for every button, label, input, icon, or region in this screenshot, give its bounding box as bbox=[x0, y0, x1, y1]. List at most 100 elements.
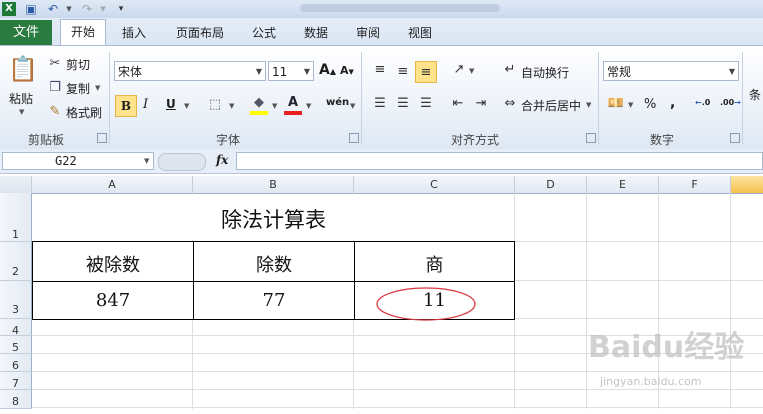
font-size-value: 11 bbox=[272, 65, 288, 79]
phonetic-dropdown-icon[interactable]: ▼ bbox=[350, 102, 355, 110]
tab-home[interactable]: 开始 bbox=[60, 19, 106, 47]
alignment-group-label: 对齐方式 bbox=[450, 133, 499, 147]
tab-data[interactable]: 数据 bbox=[294, 21, 338, 45]
borders-dropdown-icon[interactable]: ▼ bbox=[229, 102, 234, 110]
row-header-8[interactable]: 8 bbox=[0, 390, 32, 409]
formula-bar-resize-handle[interactable] bbox=[158, 153, 206, 171]
bold-button[interactable]: B bbox=[115, 95, 137, 117]
gridline bbox=[32, 389, 763, 390]
font-launcher-icon[interactable] bbox=[349, 133, 359, 143]
decrease-decimal-label: .00 bbox=[720, 98, 735, 107]
italic-button[interactable]: I bbox=[143, 97, 148, 112]
align-right-icon[interactable]: ☰ bbox=[417, 96, 435, 112]
alignment-launcher-icon[interactable] bbox=[586, 133, 596, 143]
orientation-dropdown-icon[interactable]: ▼ bbox=[469, 67, 474, 75]
insert-function-icon[interactable]: fx bbox=[216, 153, 228, 167]
increase-decimal-button[interactable]: ←.0 bbox=[695, 98, 710, 107]
grow-font-button[interactable]: A▲ bbox=[319, 62, 336, 78]
group-separator bbox=[598, 52, 599, 144]
row-header-2[interactable]: 2 bbox=[0, 242, 32, 281]
fill-color-dropdown-icon[interactable]: ▼ bbox=[272, 102, 277, 110]
paste-icon[interactable]: 📋 bbox=[8, 54, 38, 84]
percent-button[interactable]: % bbox=[644, 97, 656, 112]
row-header-3[interactable]: 3 bbox=[0, 281, 32, 319]
accounting-format-icon[interactable]: 💴 bbox=[607, 96, 625, 112]
copy-icon[interactable]: ❐ bbox=[47, 80, 63, 96]
cut-button[interactable]: 剪切 bbox=[66, 56, 90, 73]
increase-decimal-label: .0 bbox=[701, 98, 711, 107]
redo-icon[interactable]: ↷ bbox=[80, 2, 94, 16]
tab-file[interactable]: 文件 bbox=[0, 20, 52, 45]
underline-button[interactable]: U bbox=[166, 97, 176, 111]
undo-dropdown-icon[interactable]: ▼ bbox=[62, 2, 76, 16]
undo-icon[interactable]: ↶ bbox=[46, 2, 60, 16]
save-icon[interactable]: ▣ bbox=[24, 2, 38, 16]
number-launcher-icon[interactable] bbox=[730, 133, 740, 143]
baidu-watermark: Baidu经验 bbox=[588, 330, 745, 365]
font-group-label: 字体 bbox=[215, 133, 240, 147]
align-top-icon[interactable]: ≡ bbox=[371, 62, 389, 78]
tab-page-layout[interactable]: 页面布局 bbox=[168, 21, 232, 45]
column-header-e[interactable]: E bbox=[587, 176, 659, 193]
align-center-icon[interactable]: ☰ bbox=[394, 96, 412, 112]
name-box[interactable]: G22 bbox=[2, 152, 154, 170]
paste-dropdown-icon[interactable]: ▼ bbox=[19, 108, 24, 116]
fill-color-icon[interactable]: ◆ bbox=[250, 95, 268, 115]
tab-view[interactable]: 视图 bbox=[398, 21, 442, 45]
decrease-indent-icon[interactable]: ⇤ bbox=[449, 96, 467, 112]
font-name-combo[interactable]: 宋体 ▼ bbox=[114, 61, 266, 81]
row-header-4[interactable]: 4 bbox=[0, 319, 32, 337]
customize-qat-icon[interactable]: ▾ bbox=[114, 2, 128, 16]
column-header-f[interactable]: F bbox=[659, 176, 731, 193]
copy-dropdown-icon[interactable]: ▼ bbox=[95, 84, 100, 92]
redo-dropdown-icon[interactable]: ▼ bbox=[96, 2, 110, 16]
name-box-dropdown-icon[interactable]: ▼ bbox=[144, 157, 149, 165]
row-header-5[interactable]: 5 bbox=[0, 336, 32, 354]
tab-review[interactable]: 审阅 bbox=[346, 21, 390, 45]
chevron-down-icon: ▼ bbox=[255, 67, 262, 76]
format-painter-icon[interactable]: ✎ bbox=[47, 104, 63, 120]
copy-button[interactable]: 复制 bbox=[66, 80, 90, 97]
wrap-text-icon[interactable]: ↵ bbox=[502, 62, 518, 78]
excel-icon[interactable]: X bbox=[2, 2, 16, 16]
align-middle-icon[interactable]: ≡ bbox=[394, 64, 412, 80]
select-all-corner[interactable] bbox=[0, 176, 32, 193]
column-header-d[interactable]: D bbox=[515, 176, 587, 193]
row-header-1[interactable]: 1 bbox=[0, 193, 32, 242]
font-color-icon[interactable]: A bbox=[284, 95, 302, 115]
formula-input[interactable] bbox=[236, 152, 763, 170]
increase-indent-icon[interactable]: ⇥ bbox=[472, 96, 490, 112]
row-header-6[interactable]: 6 bbox=[0, 354, 32, 372]
tab-insert[interactable]: 插入 bbox=[112, 21, 156, 45]
column-header-a[interactable]: A bbox=[32, 176, 193, 193]
accounting-dropdown-icon[interactable]: ▼ bbox=[628, 101, 633, 109]
styles-button-partial[interactable]: 条 bbox=[749, 86, 761, 103]
merge-dropdown-icon[interactable]: ▼ bbox=[586, 101, 591, 109]
font-size-combo[interactable]: 11 ▼ bbox=[268, 61, 314, 81]
font-color-dropdown-icon[interactable]: ▼ bbox=[306, 102, 311, 110]
phonetic-button[interactable]: wén bbox=[326, 97, 349, 108]
merge-center-button[interactable]: 合并后居中 bbox=[521, 97, 581, 114]
merge-center-icon[interactable]: ⇔ bbox=[502, 96, 518, 112]
tab-formulas[interactable]: 公式 bbox=[242, 21, 286, 45]
paste-button[interactable]: 粘贴 bbox=[9, 90, 33, 107]
orientation-icon[interactable]: ↗ bbox=[451, 62, 467, 78]
format-painter-button[interactable]: 格式刷 bbox=[66, 104, 102, 121]
shrink-font-button[interactable]: A▼ bbox=[340, 64, 354, 77]
number-format-combo[interactable]: 常规 ▼ bbox=[603, 61, 739, 81]
decrease-decimal-button[interactable]: .00→ bbox=[720, 98, 741, 107]
borders-icon[interactable]: ⬚ bbox=[207, 97, 223, 113]
underline-dropdown-icon[interactable]: ▼ bbox=[184, 102, 189, 110]
align-bottom-icon[interactable]: ≡ bbox=[415, 61, 437, 83]
value-dividend: 847 bbox=[95, 290, 131, 311]
align-left-icon[interactable]: ☰ bbox=[371, 96, 389, 112]
cut-icon[interactable]: ✂ bbox=[47, 56, 63, 72]
comma-button[interactable]: , bbox=[670, 95, 675, 111]
column-header-b[interactable]: B bbox=[193, 176, 354, 193]
row-header-7[interactable]: 7 bbox=[0, 372, 32, 390]
column-header-g-active[interactable] bbox=[731, 176, 763, 193]
group-separator bbox=[109, 52, 110, 144]
clipboard-launcher-icon[interactable] bbox=[97, 133, 107, 143]
wrap-text-button[interactable]: 自动换行 bbox=[521, 64, 569, 81]
column-header-c[interactable]: C bbox=[354, 176, 515, 193]
